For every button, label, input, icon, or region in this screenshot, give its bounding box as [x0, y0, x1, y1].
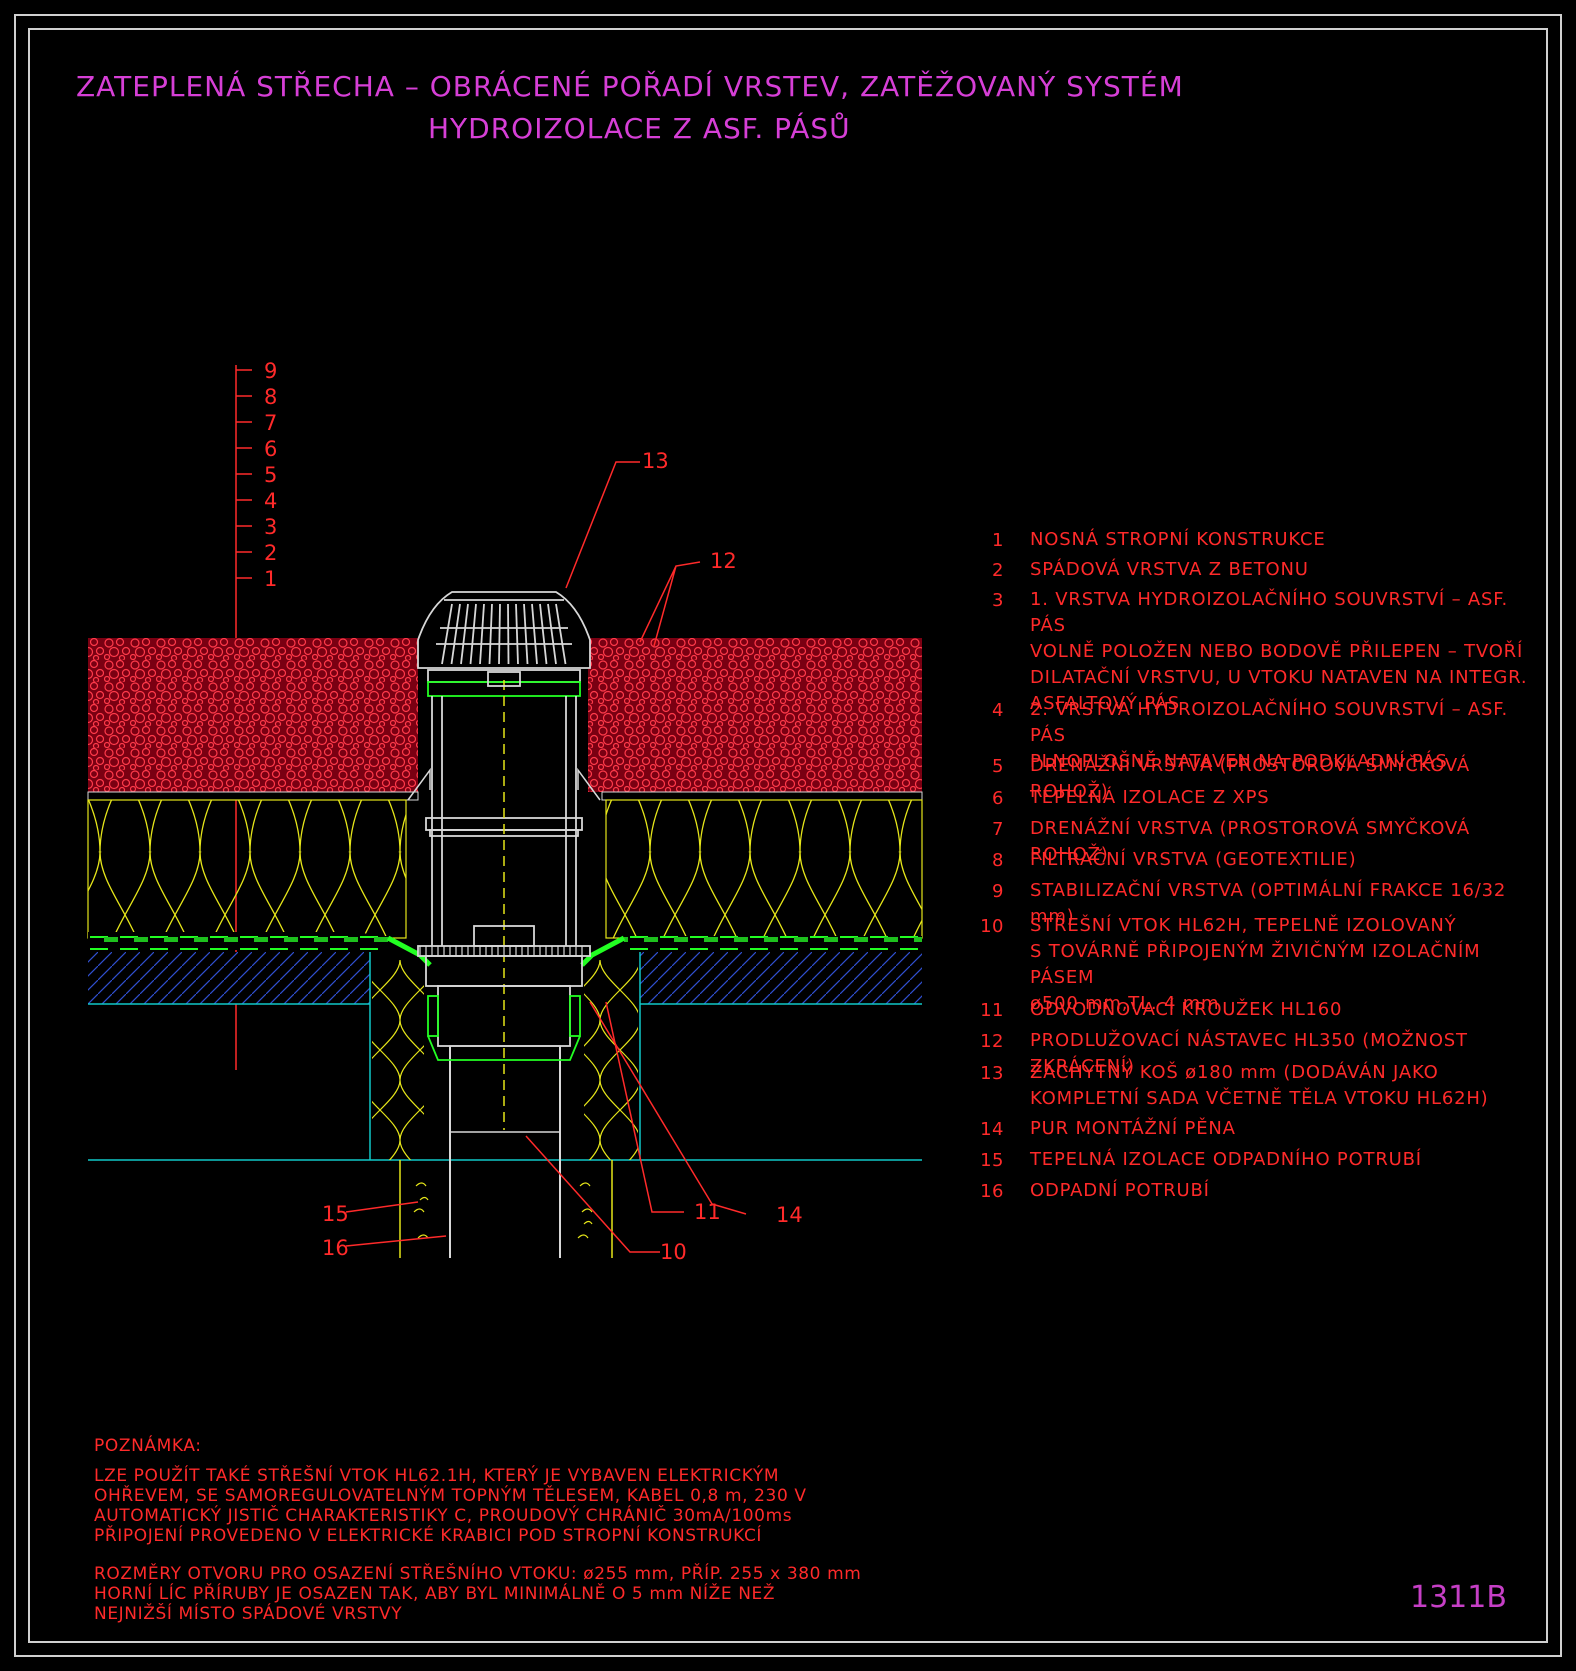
pipe-socket	[449, 1045, 561, 1133]
legend-text: TEPELNÁ IZOLACE Z XPS	[1030, 787, 1270, 808]
callout-10: 10	[660, 1240, 687, 1264]
note-paragraph-1: LZE POUŽÍT TAKÉ STŘEŠNÍ VTOK HL62.1H, KT…	[94, 1466, 807, 1546]
layer-scale-label: 2	[264, 541, 277, 565]
xps-insulation-left	[87, 799, 407, 939]
xps-insulation-right	[605, 799, 923, 939]
layer-scale-label: 6	[264, 437, 277, 461]
legend-number: 6	[992, 788, 1004, 809]
legend-number: 9	[992, 881, 1004, 902]
layer-scale-label: 7	[264, 411, 277, 435]
legend-number: 15	[980, 1150, 1004, 1171]
callout-11: 11	[694, 1200, 721, 1224]
legend-text: ODVODŇOVACÍ KROUŽEK HL160	[1030, 999, 1343, 1020]
legend-text: SPÁDOVÁ VRSTVA Z BETONU	[1030, 559, 1309, 580]
legend-text: TEPELNÁ IZOLACE ODPADNÍHO POTRUBÍ	[1030, 1149, 1422, 1170]
gravel-layer-left	[88, 638, 418, 792]
membrane-right	[624, 936, 922, 950]
legend-number: 13	[980, 1063, 1004, 1084]
screed-right	[640, 952, 922, 1004]
legend-number: 3	[992, 590, 1004, 611]
legend-number: 14	[980, 1119, 1004, 1140]
legend-text: ODPADNÍ POTRUBÍ	[1030, 1180, 1210, 1201]
legend-number: 8	[992, 850, 1004, 871]
opening-insulation-right	[584, 960, 638, 1160]
legend-text: ZÁCHYTNÝ KOŠ ø180 mm (DODÁVÁN JAKO KOMPL…	[1030, 1062, 1489, 1109]
layer-scale-label: 5	[264, 463, 277, 487]
legend-text: FILTRAČNÍ VRSTVA (GEOTEXTILIE)	[1030, 849, 1357, 870]
geotextile-left	[87, 791, 419, 801]
legend-text: PUR MONTÁŽNÍ PĚNA	[1030, 1118, 1236, 1139]
legend-number: 16	[980, 1181, 1004, 1202]
callout-12: 12	[710, 549, 737, 573]
callout-15: 15	[322, 1202, 349, 1226]
layer-scale-ticks: 987654321	[236, 359, 277, 591]
drawing-code: 1311B	[1410, 1580, 1507, 1615]
layer-scale-label: 3	[264, 515, 277, 539]
layer-scale-label: 4	[264, 489, 277, 513]
geotextile-right	[601, 791, 923, 801]
legend-number: 7	[992, 819, 1004, 840]
legend-number: 1	[992, 530, 1004, 551]
roof-drain	[417, 669, 591, 1130]
membrane-left	[88, 936, 388, 950]
pur-foam-marks	[413, 1182, 593, 1239]
screed-left	[88, 952, 370, 1004]
legend-text: NOSNÁ STROPNÍ KONSTRUKCE	[1030, 529, 1326, 550]
callout-13: 13	[642, 449, 669, 473]
note-heading: POZNÁMKA:	[94, 1436, 202, 1456]
layer-scale-label: 1	[264, 567, 277, 591]
note-paragraph-2: ROZMĚRY OTVORU PRO OSAZENÍ STŘEŠNÍHO VTO…	[94, 1564, 862, 1624]
legend-number: 5	[992, 756, 1004, 777]
legend-number: 2	[992, 560, 1004, 581]
callout-14: 14	[776, 1203, 803, 1227]
layer-scale-label: 8	[264, 385, 277, 409]
legend-number: 10	[980, 916, 1004, 937]
opening-insulation-left	[372, 960, 424, 1160]
legend-number: 11	[980, 1000, 1004, 1021]
legend-number: 12	[980, 1031, 1004, 1052]
gravel-layer-right	[588, 638, 922, 792]
legend-number: 4	[992, 700, 1004, 721]
layer-scale-label: 9	[264, 359, 277, 383]
callout-16: 16	[322, 1236, 349, 1260]
